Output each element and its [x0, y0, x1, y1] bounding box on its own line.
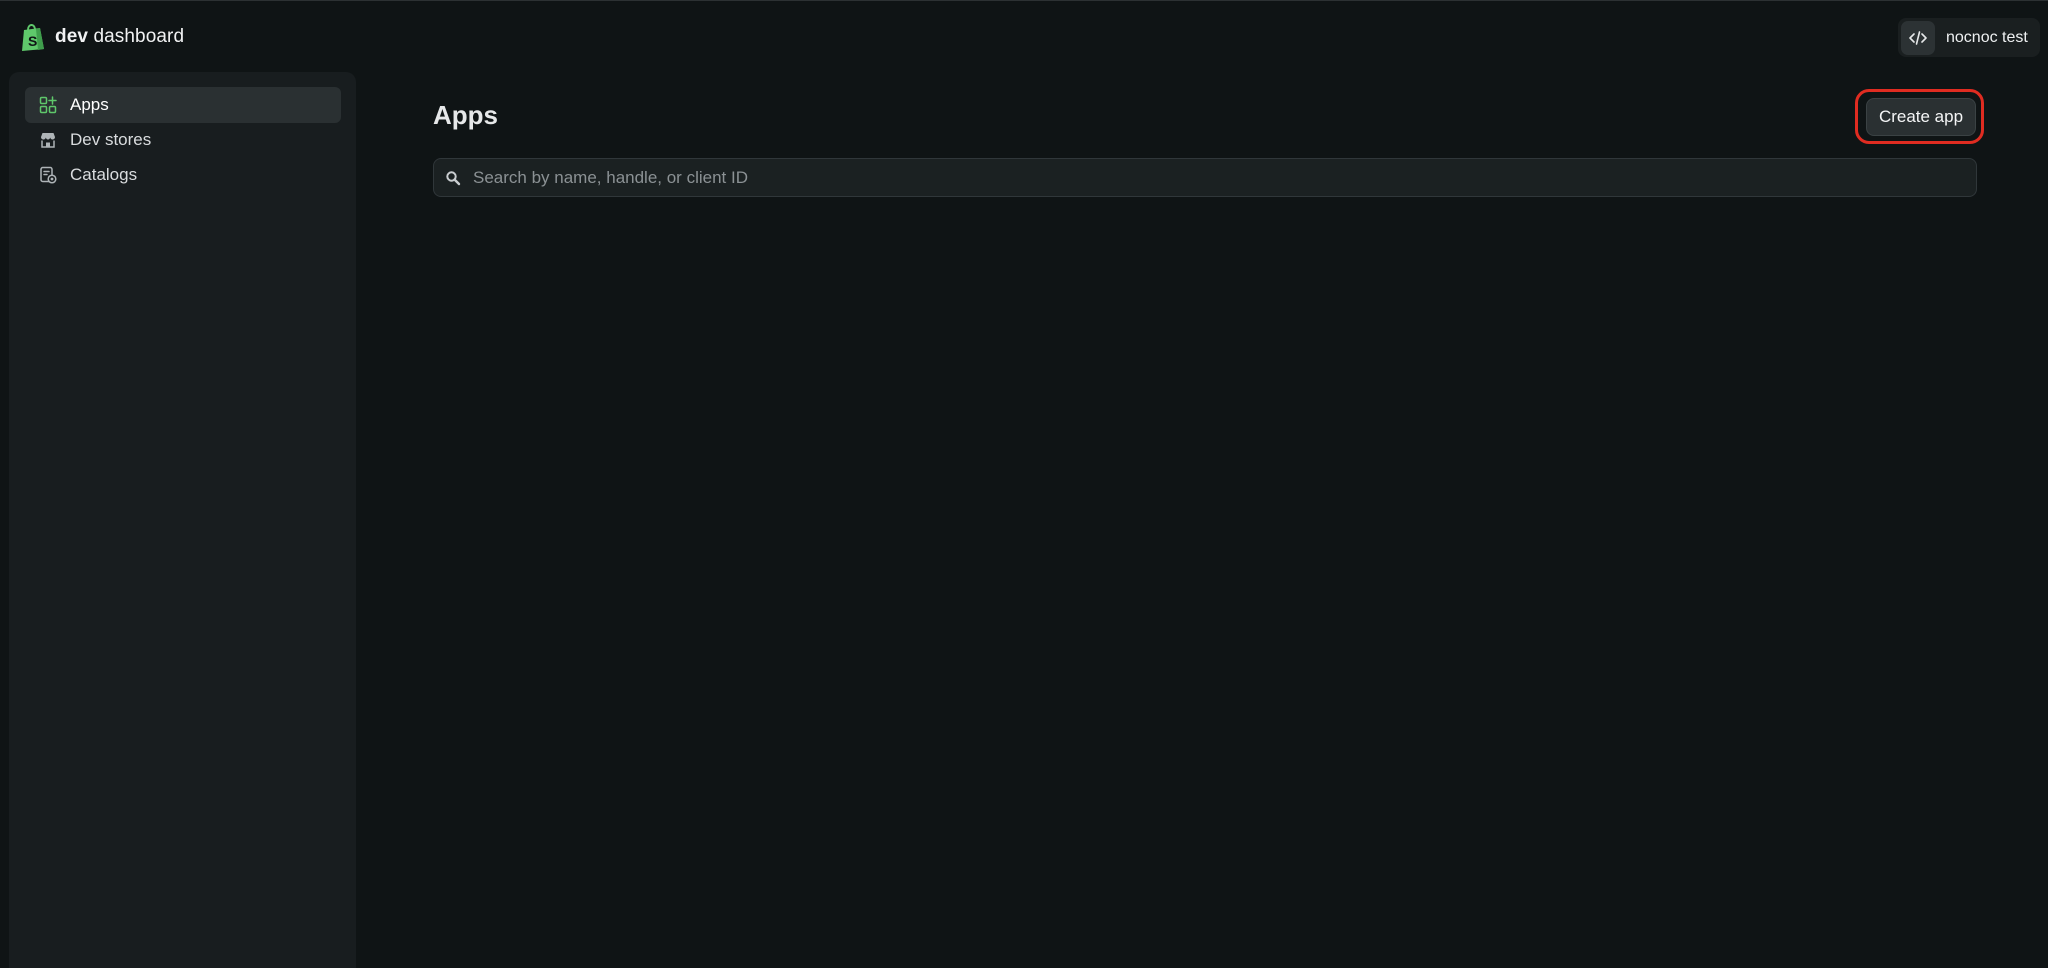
page-title: Apps: [433, 100, 498, 130]
sidebar-item-label: Catalogs: [70, 165, 138, 184]
shopify-bag-icon: S: [20, 22, 46, 52]
brand-title-bold: dev: [55, 26, 89, 47]
brand[interactable]: S dev dashboard: [20, 21, 184, 53]
create-app-button[interactable]: Create app: [1866, 98, 1976, 136]
sidebar-item-catalogs[interactable]: Catalogs: [25, 157, 341, 193]
sidebar-item-label: Dev stores: [70, 130, 152, 149]
sidebar-item-label: Apps: [70, 95, 109, 114]
sidebar: Apps Dev stores Catalogs: [9, 72, 356, 968]
top-bar: S dev dashboard nocnoc test: [0, 0, 2048, 72]
account-name: nocnoc test: [1946, 28, 2028, 46]
store-icon: [38, 130, 58, 150]
search-input[interactable]: [471, 158, 1976, 197]
sidebar-item-dev-stores[interactable]: Dev stores: [25, 122, 341, 158]
code-icon: [1901, 20, 1935, 55]
brand-title: dev dashboard: [55, 26, 184, 48]
apps-grid-plus-icon: [38, 95, 58, 115]
search-bar[interactable]: [433, 158, 1977, 197]
account-switcher[interactable]: nocnoc test: [1898, 18, 2040, 57]
brand-title-rest: dashboard: [93, 26, 185, 47]
svg-text:S: S: [28, 33, 37, 49]
sidebar-item-apps[interactable]: Apps: [25, 87, 341, 123]
search-icon: [444, 169, 462, 187]
catalog-icon: [38, 165, 58, 185]
